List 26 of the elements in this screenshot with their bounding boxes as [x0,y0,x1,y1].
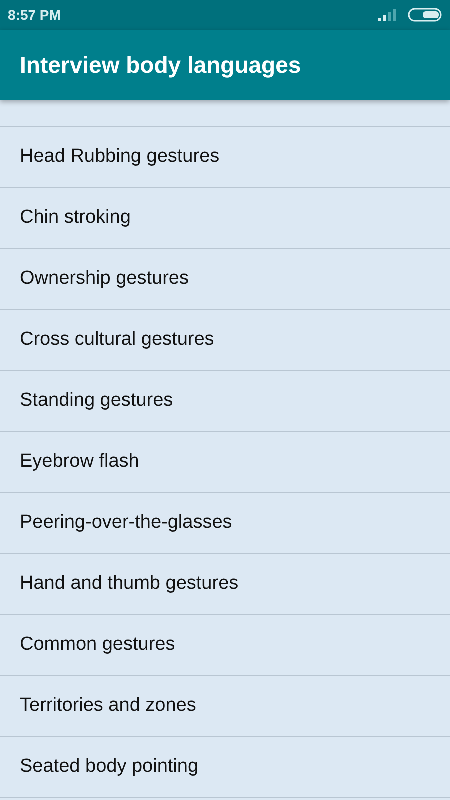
item-label: Peering-over-the-glasses [20,512,232,534]
item-label: Ownership gestures [20,268,189,290]
list-item[interactable]: Chin stroking [0,188,450,249]
list-item[interactable]: Eyebrow flash [0,432,450,493]
status-time: 8:57 PM [8,7,61,23]
signal-icon [378,9,398,21]
list-item[interactable]: Ownership gestures [0,249,450,310]
item-label: Common gestures [20,634,176,656]
list-item[interactable]: Standing gestures [0,371,450,432]
list-item[interactable]: Head Rubbing gestures [0,127,450,188]
list-item[interactable]: Common gestures [0,615,450,676]
item-label: Chin stroking [20,207,131,229]
app-title: Interview body languages [20,52,302,78]
list-item[interactable]: Hand and thumb gestures [0,554,450,615]
item-label: Territories and zones [20,695,196,717]
item-label: Hand and thumb gestures [20,573,239,595]
battery-icon [408,8,442,22]
item-label: Seated body pointing [20,756,199,778]
list-item[interactable]: Peering-over-the-glasses [0,493,450,554]
item-label: Head Rubbing gestures [20,146,220,168]
list-item[interactable]: Territories and zones [0,676,450,737]
list-item[interactable]: Seated body pointing [0,737,450,798]
item-label: Eyebrow flash [20,451,140,473]
item-label: Cross cultural gestures [20,329,214,351]
item-label: Standing gestures [20,390,174,412]
list-item[interactable]: Cross cultural gestures [0,310,450,371]
